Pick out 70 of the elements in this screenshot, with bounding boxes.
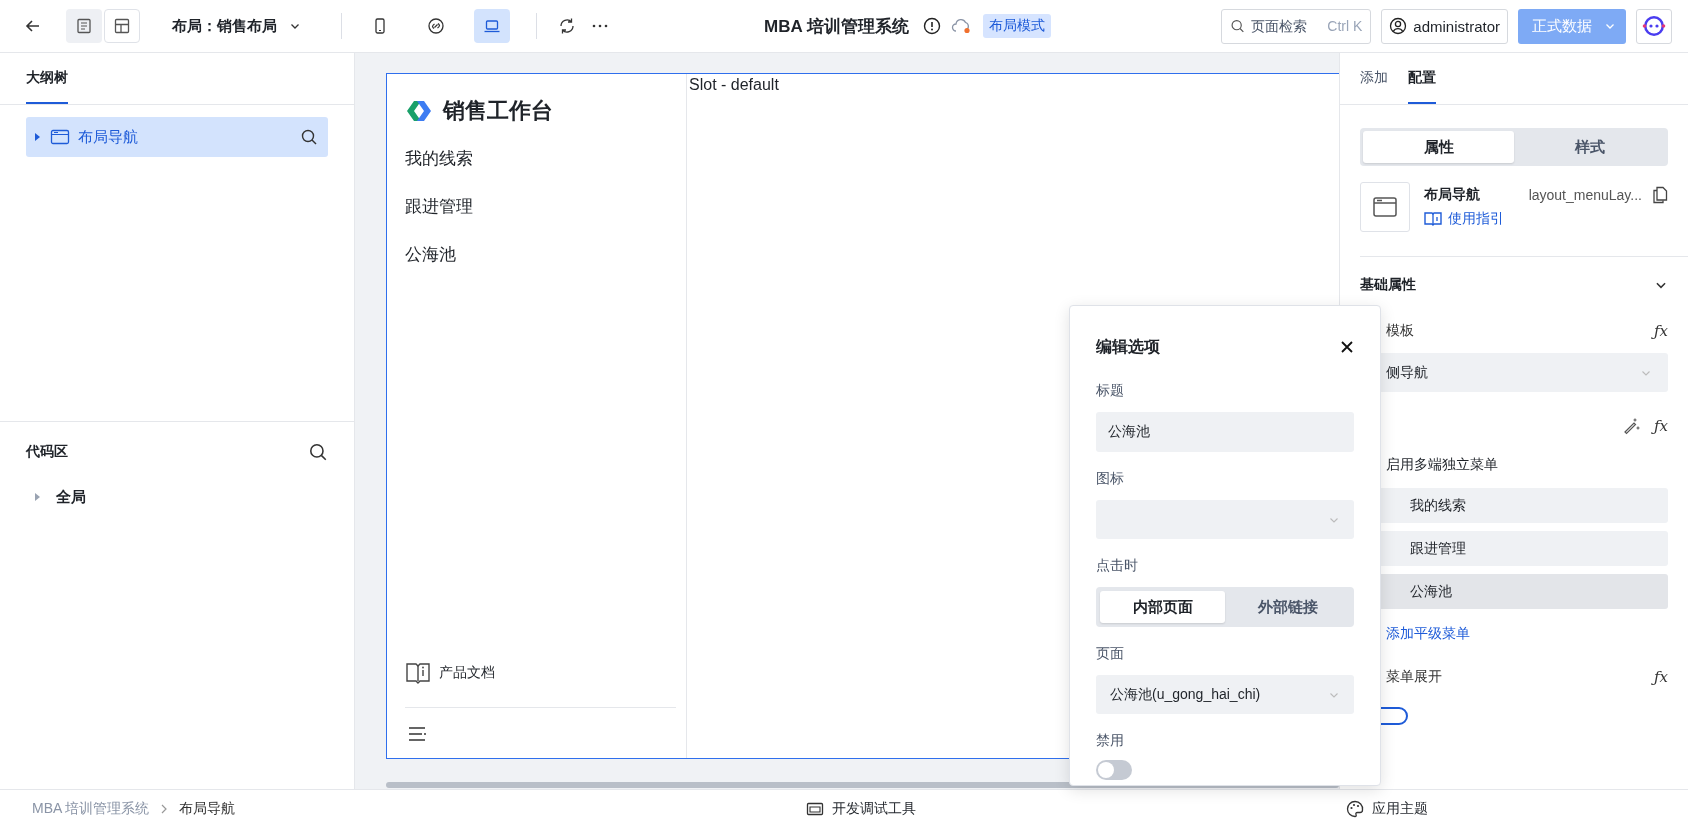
layout-view-button[interactable] [104,9,140,43]
window-icon [50,129,70,145]
field-label: 菜单展开 [1386,668,1443,686]
tree-item-label: 布局导航 [78,127,139,147]
tree-row[interactable]: 布局导航 [26,117,328,157]
breadcrumb-item[interactable]: 布局导航 [179,799,236,818]
add-menu-link[interactable]: 添加平级菜单 [1386,625,1470,643]
layout-icon [113,17,131,35]
copy-icon[interactable] [1652,186,1668,204]
toggle-switch[interactable] [1096,760,1132,780]
segment-option[interactable]: 内部页面 [1100,591,1225,623]
segment-tab[interactable]: 属性 [1363,131,1514,163]
dev-tools-button[interactable]: 开发调试工具 [806,799,916,818]
laptop-view-button[interactable] [474,9,510,43]
theme-button[interactable]: 应用主题 [1346,799,1428,818]
user-button[interactable]: administrator [1381,8,1508,44]
field-label: 图标 [1096,470,1124,488]
segment-option[interactable]: 外部链接 [1225,591,1350,623]
outline-tab[interactable]: 大纲树 [26,53,68,104]
laptop-icon [483,17,501,35]
menu-icon[interactable] [407,726,427,742]
expand-arrow-icon[interactable] [34,132,42,142]
brand-title: 销售工作台 [443,97,553,125]
user-icon [1389,17,1408,35]
nav-menu-item[interactable]: 跟进管理 [405,182,676,230]
nav-menu-item[interactable]: 我的线索 [405,134,676,182]
field-label: 点击时 [1096,557,1138,575]
assistant-button[interactable] [1636,8,1672,44]
slot-label: Slot - default [689,76,779,93]
search-icon[interactable] [300,128,318,146]
close-icon[interactable] [1340,340,1354,354]
cloud-icon [950,17,973,35]
dialog-title: 编辑选项 [1096,336,1160,357]
shortcut-hint: Ctrl K [1327,18,1363,34]
component-id: layout_menuLay... [1527,187,1642,203]
page-view-button[interactable] [66,9,102,43]
book-icon[interactable] [405,661,431,685]
checkbox-label: 启用多端独立菜单 [1386,456,1498,474]
nav-menu-item[interactable]: 公海池 [405,230,676,278]
page-icon [75,17,93,35]
field-label: 标题 [1096,382,1124,400]
panel-tab[interactable]: 配置 [1408,53,1436,104]
component-icon [1360,182,1410,232]
palette-icon [1346,799,1364,818]
book-icon [1424,211,1442,227]
field-label: 模板 [1386,322,1415,340]
code-area-title: 代码区 [26,443,68,461]
search-icon [1230,17,1246,35]
monitor-icon [806,800,824,817]
info-icon[interactable] [922,17,941,35]
search-icon[interactable] [308,442,328,462]
logo-icon [405,98,433,124]
segment-tab[interactable]: 样式 [1514,131,1665,163]
link-icon [427,17,445,35]
field-label: 禁用 [1096,732,1124,750]
refresh-icon[interactable] [557,16,577,36]
code-tree-item[interactable]: 全局 [56,487,86,507]
layout-dropdown[interactable]: 布局：销售布局 [172,16,301,36]
guide-link[interactable]: 使用指引 [1424,210,1504,228]
mode-badge: 布局模式 [982,14,1051,38]
field-label: 页面 [1096,645,1124,663]
app-title: MBA 培训管理系统 [764,15,909,38]
section-title: 基础属性 [1360,276,1416,294]
component-name: 布局导航 [1424,186,1480,204]
page-select[interactable]: 公海池(u_gong_hai_chi) [1096,675,1354,714]
robot-icon [1642,14,1666,38]
title-input[interactable]: 公海池 [1096,412,1354,452]
magic-wand-icon[interactable] [1622,417,1640,435]
docs-link[interactable]: 产品文档 [439,664,495,682]
panel-tab[interactable]: 添加 [1360,53,1388,104]
